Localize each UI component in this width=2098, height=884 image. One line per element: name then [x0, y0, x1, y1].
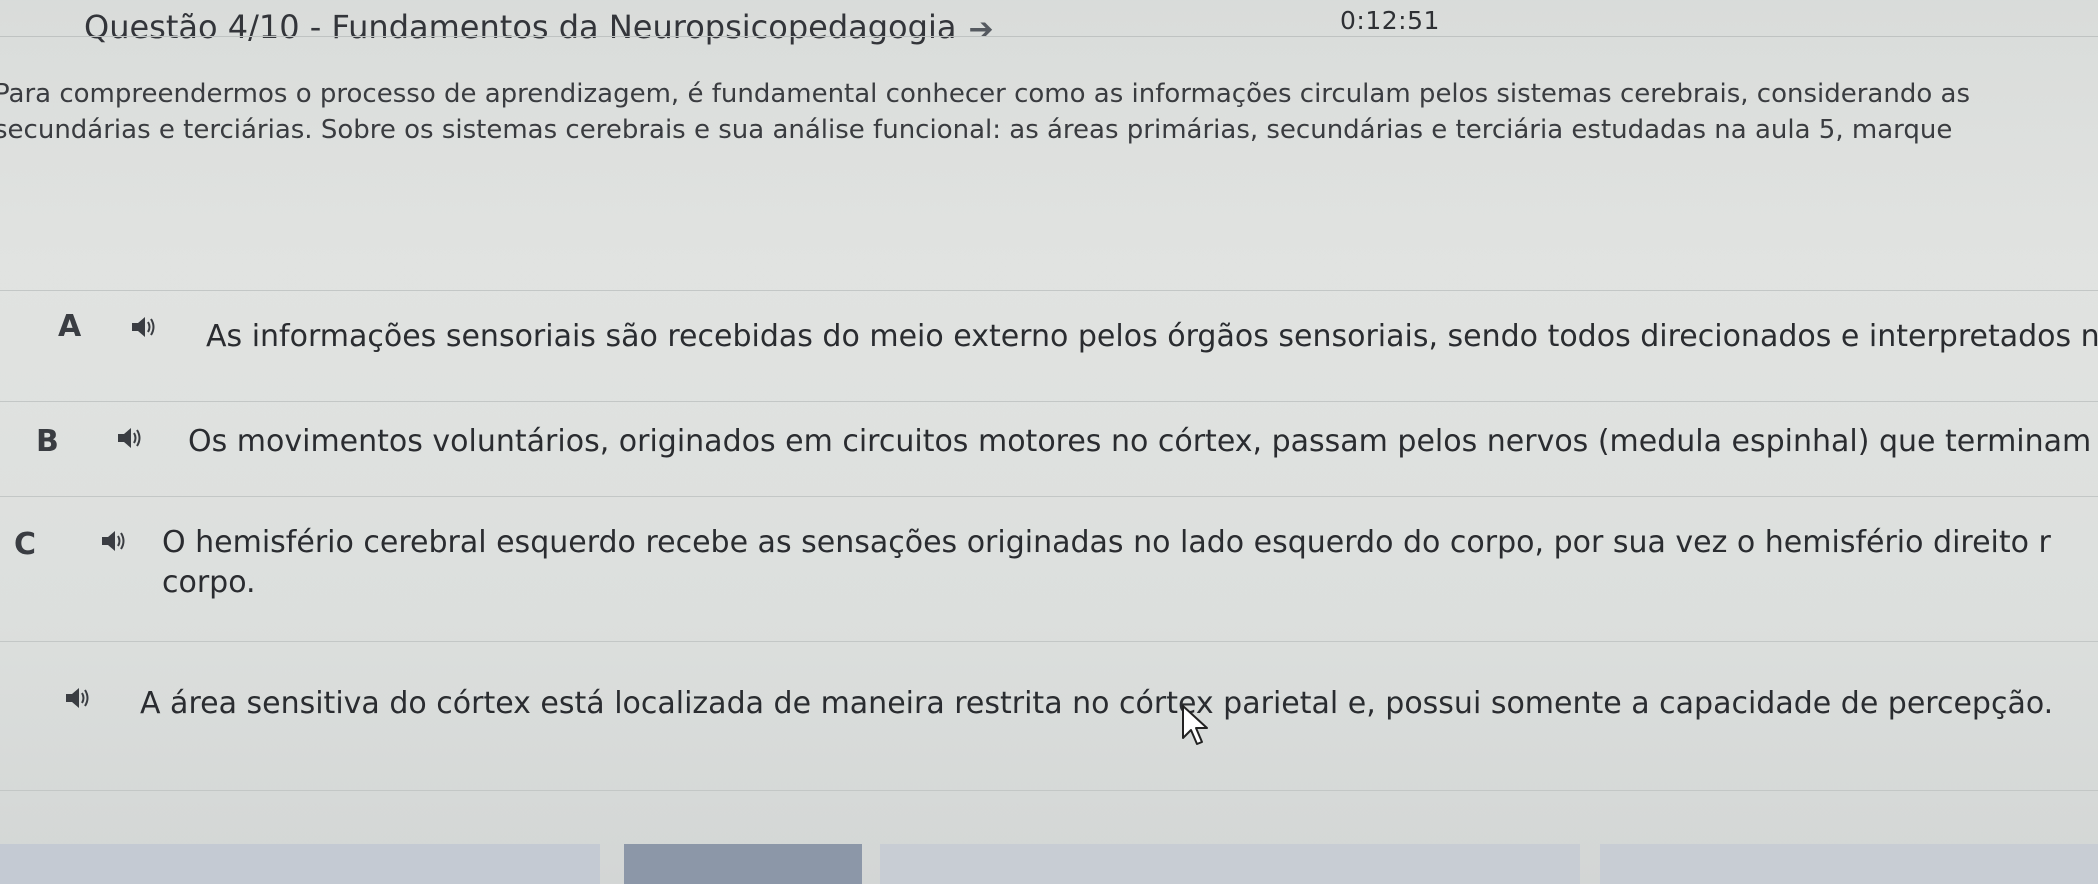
bottom-toolbar-segment [0, 844, 600, 884]
question-title-text: Questão 4/10 - Fundamentos da Neuropsico… [84, 8, 957, 46]
speaker-icon[interactable] [116, 426, 144, 450]
option-letter: C [14, 527, 37, 562]
option-letter: B [36, 424, 59, 459]
option-text: As informações sensoriais são recebidas … [206, 319, 2098, 354]
option-d[interactable]: A área sensitiva do córtex está localiza… [0, 641, 2098, 752]
arrow-right-icon[interactable]: ➔ [968, 12, 993, 47]
option-letter: A [58, 309, 82, 344]
bottom-toolbar-segment [880, 844, 1580, 884]
bottom-toolbar-segment [1600, 844, 2098, 884]
answer-options: A As informações sensoriais são recebida… [0, 290, 2098, 752]
bottom-toolbar-segment [624, 844, 862, 884]
option-text: O hemisfério cerebral esquerdo recebe as… [162, 525, 2051, 600]
mouse-cursor-icon [1182, 705, 1208, 745]
option-b[interactable]: B Os movimentos voluntários, originados … [0, 401, 2098, 496]
speaker-icon[interactable] [100, 529, 128, 553]
option-a[interactable]: A As informações sensoriais são recebida… [0, 290, 2098, 401]
options-divider [0, 790, 2098, 791]
header-divider [0, 36, 2098, 37]
question-statement: Para compreendermos o processo de aprend… [0, 79, 1970, 145]
speaker-icon[interactable] [64, 686, 92, 710]
option-text: Os movimentos voluntários, originados em… [188, 424, 2098, 459]
exam-timer: 0:12:51 [1340, 6, 1440, 35]
option-text: A área sensitiva do córtex está localiza… [140, 686, 2054, 721]
option-c[interactable]: C O hemisfério cerebral esquerdo recebe … [0, 496, 2098, 641]
speaker-icon[interactable] [130, 315, 158, 339]
question-title: Questão 4/10 - Fundamentos da Neuropsico… [84, 8, 994, 47]
